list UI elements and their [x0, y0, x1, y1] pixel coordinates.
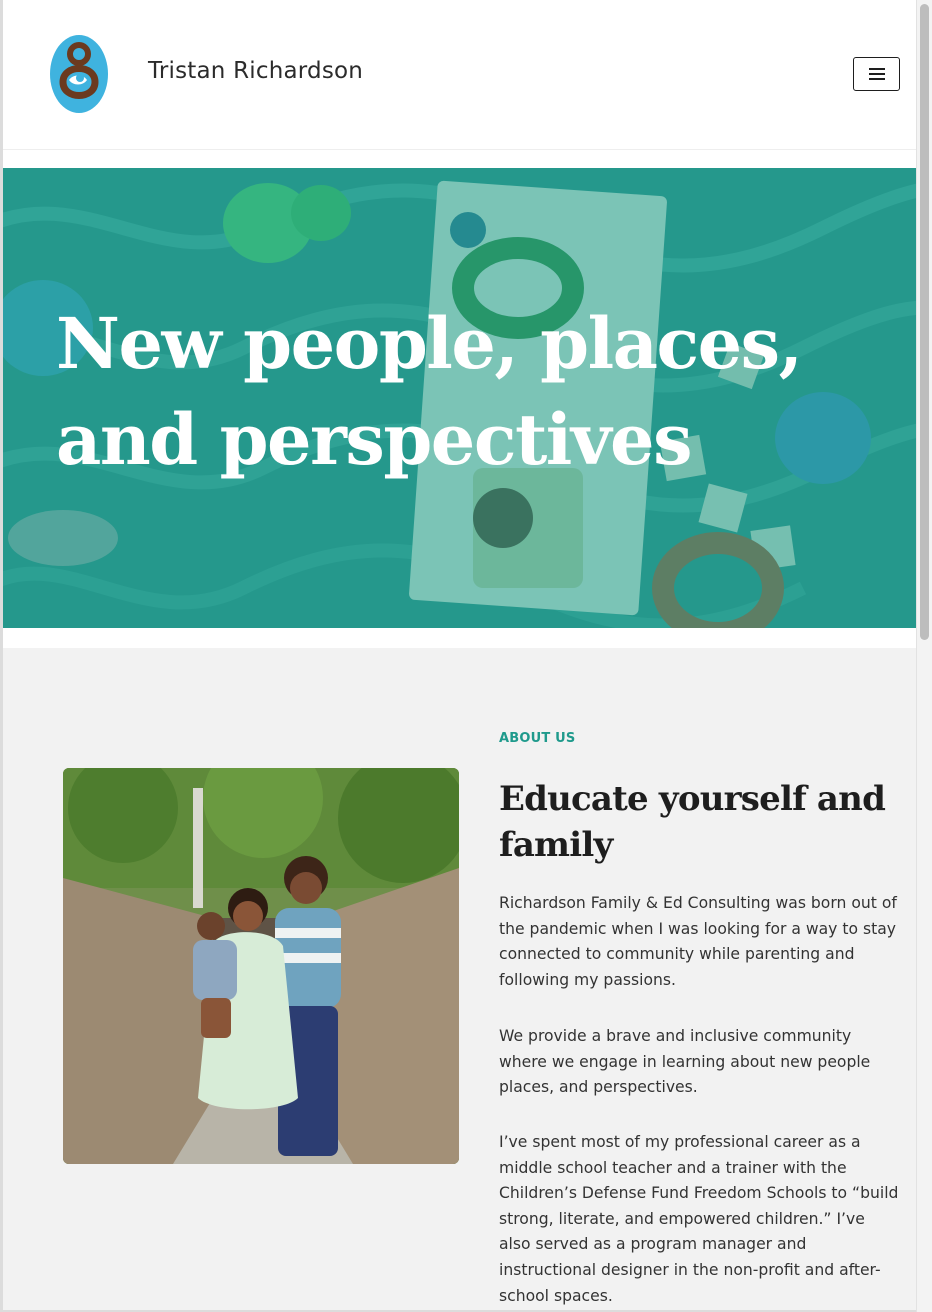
about-paragraph: We provide a brave and inclusive communi… [499, 1027, 871, 1097]
about-paragraph: Richardson Family & Ed Consulting was bo… [499, 894, 897, 989]
site-header: Tristan Richardson [3, 0, 916, 150]
browser-viewport: Tristan Richardson New people, places, a… [3, 0, 916, 1310]
section-eyebrow: ABOUT US [499, 731, 576, 746]
about-section: ABOUT US Educate yourself and family Ric… [3, 648, 916, 1310]
site-title[interactable]: Tristan Richardson [148, 58, 363, 84]
family-photo [63, 768, 459, 1164]
about-heading: Educate yourself and family [499, 779, 886, 865]
hero-heading: New people, places, and perspectives [56, 302, 803, 481]
hero-banner: New people, places, and perspectives [3, 168, 916, 628]
section-divider [3, 628, 916, 648]
mother-child-logo-icon[interactable] [49, 34, 109, 114]
menu-toggle-button[interactable] [853, 57, 900, 91]
about-paragraph: I’ve spent most of my professional caree… [499, 1133, 899, 1305]
vertical-scrollbar[interactable] [916, 0, 932, 1312]
scrollbar-thumb[interactable] [920, 4, 929, 640]
hamburger-menu-icon [868, 68, 885, 80]
